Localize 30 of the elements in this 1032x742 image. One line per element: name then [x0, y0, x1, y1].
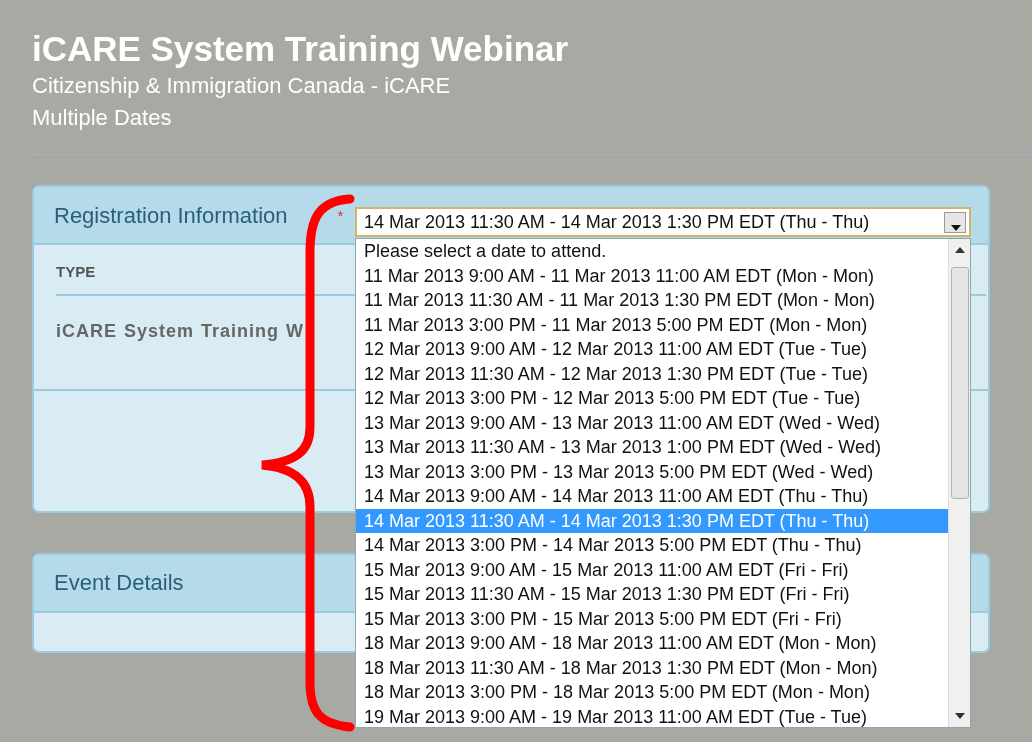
organization-name: Citizenship & Immigration Canada - iCARE: [32, 72, 452, 100]
scroll-thumb[interactable]: [951, 267, 969, 499]
dropdown-option[interactable]: 13 Mar 2013 9:00 AM - 13 Mar 2013 11:00 AM EDT (Wed - Wed): [356, 410, 948, 435]
panel-title: Registration Information: [54, 201, 288, 230]
event-dates: Multiple Dates: [32, 104, 173, 132]
dropdown-option[interactable]: 14 Mar 2013 3:00 PM - 14 Mar 2013 5:00 PM EDT (Thu - Thu): [356, 533, 948, 558]
scrollbar[interactable]: [948, 239, 970, 727]
dropdown-option[interactable]: 13 Mar 2013 11:30 AM - 13 Mar 2013 1:00 PM EDT (Wed - Wed): [356, 435, 948, 460]
dropdown-option[interactable]: 13 Mar 2013 3:00 PM - 13 Mar 2013 5:00 PM EDT (Wed - Wed): [356, 459, 948, 484]
dropdown-option[interactable]: 12 Mar 2013 3:00 PM - 12 Mar 2013 5:00 PM EDT (Tue - Tue): [356, 386, 948, 411]
dropdown-option[interactable]: 11 Mar 2013 3:00 PM - 11 Mar 2013 5:00 PM EDT (Mon - Mon): [356, 312, 948, 337]
dropdown-option[interactable]: 18 Mar 2013 9:00 AM - 18 Mar 2013 11:00 AM EDT (Mon - Mon): [356, 631, 948, 656]
dropdown-option[interactable]: 19 Mar 2013 9:00 AM - 19 Mar 2013 11:00 AM EDT (Tue - Tue): [356, 704, 948, 729]
dropdown-option[interactable]: 14 Mar 2013 9:00 AM - 14 Mar 2013 11:00 AM EDT (Thu - Thu): [356, 484, 948, 509]
dropdown-option[interactable]: 12 Mar 2013 9:00 AM - 12 Mar 2013 11:00 AM EDT (Tue - Tue): [356, 337, 948, 362]
dropdown-option[interactable]: 18 Mar 2013 3:00 PM - 18 Mar 2013 5:00 PM EDT (Mon - Mon): [356, 680, 948, 705]
dropdown-option[interactable]: 12 Mar 2013 11:30 AM - 12 Mar 2013 1:30 PM EDT (Tue - Tue): [356, 361, 948, 386]
dropdown-option[interactable]: 15 Mar 2013 9:00 AM - 15 Mar 2013 11:00 AM EDT (Fri - Fri): [356, 557, 948, 582]
required-mark: *: [337, 207, 344, 223]
dropdown-option[interactable]: 15 Mar 2013 3:00 PM - 15 Mar 2013 5:00 PM EDT (Fri - Fri): [356, 606, 948, 631]
dropdown-option[interactable]: Please select a date to attend.: [356, 239, 948, 264]
scroll-up-icon[interactable]: [955, 247, 965, 253]
date-select[interactable]: 14 Mar 2013 11:30 AM - 14 Mar 2013 1:30 PM EDT (Thu - Thu): [355, 207, 971, 237]
dropdown-option[interactable]: 11 Mar 2013 9:00 AM - 11 Mar 2013 11:00 AM EDT (Mon - Mon): [356, 263, 948, 288]
dropdown-option[interactable]: 18 Mar 2013 11:30 AM - 18 Mar 2013 1:30 PM EDT (Mon - Mon): [356, 655, 948, 680]
scroll-down-icon[interactable]: [955, 713, 965, 719]
table-cell-text: iCARE System Training W: [56, 319, 305, 343]
page-title: iCARE System Training Webinar: [32, 28, 570, 70]
panel-title: Event Details: [54, 569, 184, 597]
dropdown-option[interactable]: 15 Mar 2013 11:30 AM - 15 Mar 2013 1:30 PM EDT (Fri - Fri): [356, 582, 948, 607]
